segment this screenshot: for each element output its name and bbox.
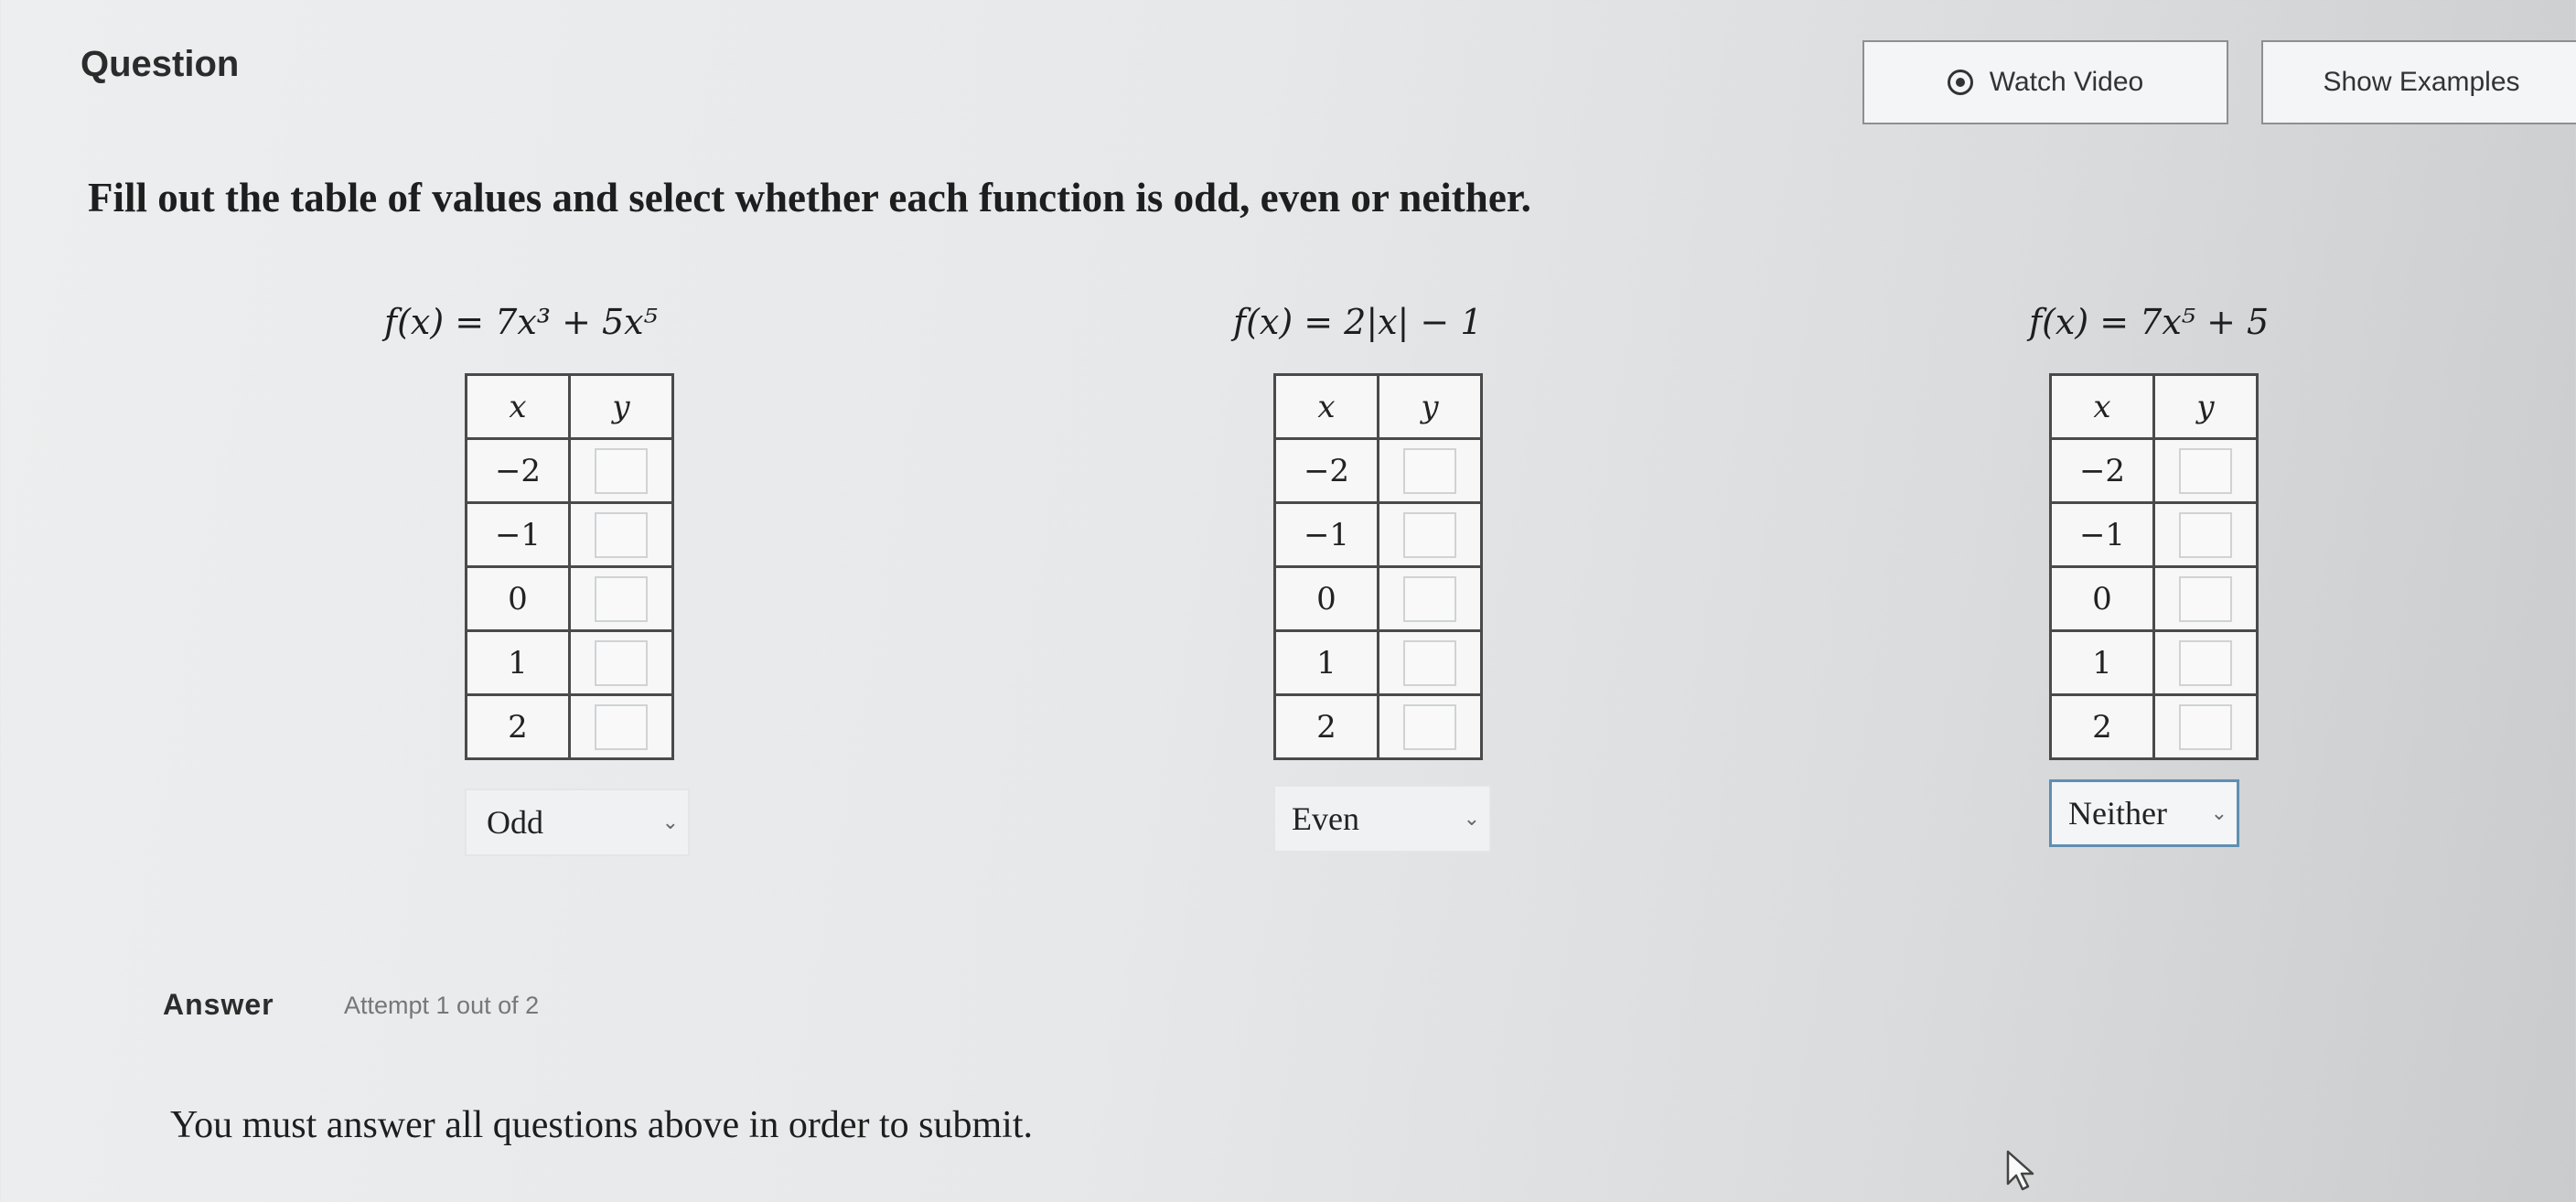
value-table-1: x y −2 −1 0 1 2 xyxy=(465,373,674,760)
table-row: 1 xyxy=(465,629,674,696)
x-value-cell: 0 xyxy=(1273,565,1379,632)
y-input[interactable] xyxy=(2179,575,2232,622)
chevron-down-icon: ⌄ xyxy=(2210,801,2227,824)
y-column-header: y xyxy=(1377,373,1483,440)
table-row: −2 xyxy=(1273,437,1483,504)
y-column-header: y xyxy=(568,373,674,440)
chevron-down-icon: ⌄ xyxy=(1463,807,1480,830)
x-value-cell: −1 xyxy=(2049,501,2155,568)
table-row: −2 xyxy=(2049,437,2259,504)
attempt-counter: Attempt 1 out of 2 xyxy=(344,992,540,1019)
value-table-2: x y −2 −1 0 1 2 xyxy=(1273,373,1483,760)
question-label: Question xyxy=(80,44,240,84)
y-input[interactable] xyxy=(1403,575,1456,622)
y-value-cell xyxy=(568,693,674,760)
table-row: 2 xyxy=(1273,693,1483,760)
y-input[interactable] xyxy=(595,511,648,558)
y-column-header: y xyxy=(2152,373,2259,440)
table-row: −1 xyxy=(465,501,674,568)
y-value-cell xyxy=(1377,501,1483,568)
table-row: −2 xyxy=(465,437,674,504)
x-column-header: x xyxy=(465,373,571,440)
x-value-cell: −1 xyxy=(1273,501,1379,568)
y-input[interactable] xyxy=(2179,511,2232,558)
x-value-cell: 2 xyxy=(465,693,571,760)
y-value-cell xyxy=(1377,565,1483,632)
table-row: 1 xyxy=(1273,629,1483,696)
y-input[interactable] xyxy=(1403,703,1456,750)
y-input[interactable] xyxy=(2179,447,2232,494)
submit-message: You must answer all questions above in o… xyxy=(170,1104,1033,1146)
x-value-cell: 2 xyxy=(1273,693,1379,760)
y-input[interactable] xyxy=(595,575,648,622)
x-value-cell: −1 xyxy=(465,501,571,568)
y-input[interactable] xyxy=(1403,447,1456,494)
table-header-row: x y xyxy=(2049,373,2259,440)
dropdown-selected-value: Even xyxy=(1292,800,1359,837)
x-column-header: x xyxy=(1273,373,1379,440)
parity-dropdown-1[interactable]: Odd ⌄ xyxy=(465,789,690,856)
table-header-row: x y xyxy=(1273,373,1483,440)
value-table-3: x y −2 −1 0 1 2 xyxy=(2049,373,2259,760)
dropdown-selected-value: Neither xyxy=(2068,795,2167,832)
x-column-header: x xyxy=(2049,373,2155,440)
table-row: 2 xyxy=(465,693,674,760)
show-examples-label: Show Examples xyxy=(2323,67,2520,97)
y-input[interactable] xyxy=(2179,639,2232,686)
x-value-cell: −2 xyxy=(1273,437,1379,504)
y-input[interactable] xyxy=(1403,511,1456,558)
y-value-cell xyxy=(2152,501,2259,568)
x-value-cell: −2 xyxy=(2049,437,2155,504)
x-value-cell: 2 xyxy=(2049,693,2155,760)
parity-dropdown-3[interactable]: Neither ⌄ xyxy=(2049,779,2239,847)
table-row: 0 xyxy=(465,565,674,632)
show-examples-button[interactable]: Show Examples xyxy=(2261,40,2576,124)
x-value-cell: −2 xyxy=(465,437,571,504)
y-value-cell xyxy=(568,565,674,632)
dropdown-selected-value: Odd xyxy=(487,804,543,841)
y-value-cell xyxy=(1377,437,1483,504)
table-row: 2 xyxy=(2049,693,2259,760)
table-row: −1 xyxy=(2049,501,2259,568)
function-formula-1: f(x) = 7x³ + 5x⁵ xyxy=(384,302,658,342)
chevron-down-icon: ⌄ xyxy=(661,810,679,833)
y-input[interactable] xyxy=(595,447,648,494)
y-input[interactable] xyxy=(595,703,648,750)
y-value-cell xyxy=(2152,629,2259,696)
watch-video-button[interactable]: Watch Video xyxy=(1862,40,2228,124)
y-value-cell xyxy=(2152,693,2259,760)
y-value-cell xyxy=(2152,437,2259,504)
table-row: 0 xyxy=(1273,565,1483,632)
x-value-cell: 1 xyxy=(465,629,571,696)
parity-dropdown-2[interactable]: Even ⌄ xyxy=(1273,785,1491,853)
y-value-cell xyxy=(568,437,674,504)
x-value-cell: 0 xyxy=(2049,565,2155,632)
y-value-cell xyxy=(1377,629,1483,696)
mouse-pointer-icon xyxy=(2006,1150,2034,1191)
watch-video-label: Watch Video xyxy=(1989,67,2144,97)
table-row: 1 xyxy=(2049,629,2259,696)
y-value-cell xyxy=(568,501,674,568)
table-row: −1 xyxy=(1273,501,1483,568)
x-value-cell: 0 xyxy=(465,565,571,632)
y-value-cell xyxy=(1377,693,1483,760)
x-value-cell: 1 xyxy=(2049,629,2155,696)
table-row: 0 xyxy=(2049,565,2259,632)
y-value-cell xyxy=(2152,565,2259,632)
x-value-cell: 1 xyxy=(1273,629,1379,696)
function-formula-2: f(x) = 2|x| − 1 xyxy=(1233,302,1483,342)
y-input[interactable] xyxy=(2179,703,2232,750)
table-header-row: x y xyxy=(465,373,674,440)
y-input[interactable] xyxy=(1403,639,1456,686)
function-formula-3: f(x) = 7x⁵ + 5 xyxy=(2029,302,2270,342)
y-input[interactable] xyxy=(595,639,648,686)
instructions-text: Fill out the table of values and select … xyxy=(88,175,1531,220)
play-circle-icon xyxy=(1947,70,1973,95)
y-value-cell xyxy=(568,629,674,696)
answer-label: Answer xyxy=(163,988,274,1021)
